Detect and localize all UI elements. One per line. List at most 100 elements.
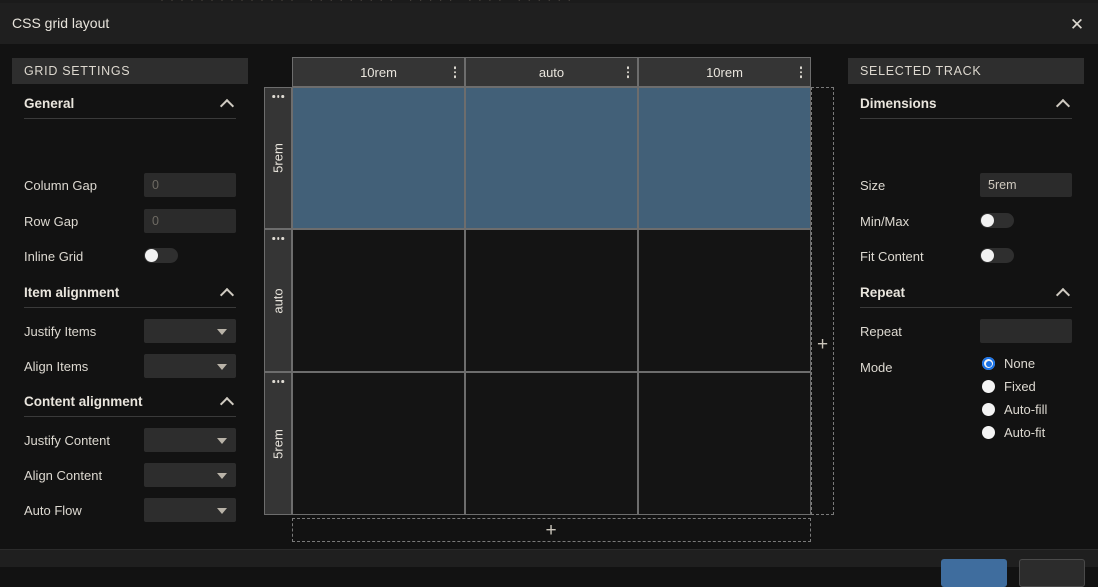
chevron-down-icon [217, 364, 227, 370]
more-vertical-icon[interactable] [454, 66, 457, 78]
align-items-label: Align Items [24, 359, 88, 374]
section-divider [860, 307, 1072, 308]
grid-cell-r0c0[interactable] [292, 87, 465, 229]
selected-track-header: SELECTED TRACK [848, 58, 1084, 84]
chevron-up-icon [220, 287, 236, 297]
section-divider [24, 118, 236, 119]
more-horizontal-icon[interactable] [272, 380, 284, 383]
chevron-up-icon [1056, 287, 1072, 297]
dialog-titlebar: CSS grid layout ✕ [0, 3, 1098, 45]
column-gap-input[interactable] [144, 173, 236, 197]
repeat-input[interactable] [980, 319, 1072, 343]
section-repeat-title: Repeat [860, 285, 905, 300]
mode-option-fixed[interactable]: Fixed [982, 379, 1036, 394]
min-max-label: Min/Max [860, 214, 909, 229]
justify-items-label: Justify Items [24, 324, 96, 339]
section-general-title: General [24, 96, 74, 111]
column-header-label: 10rem [360, 65, 397, 80]
radio-icon [982, 357, 995, 370]
section-divider [860, 118, 1072, 119]
justify-content-select[interactable] [144, 428, 236, 452]
section-dimensions[interactable]: Dimensions [860, 93, 1072, 113]
more-vertical-icon[interactable] [800, 66, 803, 78]
inline-grid-label: Inline Grid [24, 249, 83, 264]
grid-settings-header: GRID SETTINGS [12, 58, 248, 84]
section-general[interactable]: General [24, 93, 236, 113]
grid-cell-r0c1[interactable] [465, 87, 638, 229]
row-header-2[interactable]: 5rem [264, 372, 292, 515]
row-header-0[interactable]: 5rem [264, 87, 292, 229]
mode-option-auto-fill[interactable]: Auto-fill [982, 402, 1047, 417]
align-items-select[interactable] [144, 354, 236, 378]
grid-cell-r1c2[interactable] [638, 229, 811, 372]
column-header-1[interactable]: auto [465, 57, 638, 87]
auto-flow-label: Auto Flow [24, 503, 82, 518]
column-header-2[interactable]: 10rem [638, 57, 811, 87]
row-gap-label: Row Gap [24, 214, 78, 229]
column-header-label: 10rem [706, 65, 743, 80]
align-content-label: Align Content [24, 468, 102, 483]
mode-option-label: Auto-fill [1004, 402, 1047, 417]
toggle-knob [981, 249, 994, 262]
dialog-body: GRID SETTINGS General Column Gap Row Gap… [0, 44, 1098, 549]
grid-cell-r0c2[interactable] [638, 87, 811, 229]
fit-content-label: Fit Content [860, 249, 924, 264]
column-header-0[interactable]: 10rem [292, 57, 465, 87]
column-gap-label: Column Gap [24, 178, 97, 193]
justify-items-select[interactable] [144, 319, 236, 343]
secondary-action-button[interactable] [1019, 559, 1085, 587]
row-header-1[interactable]: auto [264, 229, 292, 372]
radio-icon [982, 403, 995, 416]
section-content-alignment-title: Content alignment [24, 394, 143, 409]
grid-cell-r2c0[interactable] [292, 372, 465, 515]
mode-label: Mode [860, 360, 893, 375]
grid-cell-r1c1[interactable] [465, 229, 638, 372]
toggle-knob [145, 249, 158, 262]
toggle-knob [981, 214, 994, 227]
align-content-select[interactable] [144, 463, 236, 487]
chevron-down-icon [217, 329, 227, 335]
section-content-alignment[interactable]: Content alignment [24, 391, 236, 411]
grid-cell-r1c0[interactable] [292, 229, 465, 372]
more-horizontal-icon[interactable] [272, 237, 284, 240]
mode-option-label: Auto-fit [1004, 425, 1045, 440]
chevron-up-icon [1056, 98, 1072, 108]
min-max-toggle[interactable] [980, 213, 1014, 228]
grid-cell-r2c2[interactable] [638, 372, 811, 515]
primary-action-button[interactable] [941, 559, 1007, 587]
section-dimensions-title: Dimensions [860, 96, 937, 111]
row-gap-input[interactable] [144, 209, 236, 233]
section-divider [24, 307, 236, 308]
close-icon[interactable]: ✕ [1064, 11, 1090, 37]
size-input[interactable] [980, 173, 1072, 197]
auto-flow-select[interactable] [144, 498, 236, 522]
size-label: Size [860, 178, 885, 193]
more-horizontal-icon[interactable] [272, 95, 284, 98]
repeat-label: Repeat [860, 324, 902, 339]
mode-option-none[interactable]: None [982, 356, 1035, 371]
add-column-dropzone [811, 87, 834, 515]
section-repeat[interactable]: Repeat [860, 282, 1072, 302]
section-item-alignment[interactable]: Item alignment [24, 282, 236, 302]
add-column-button[interactable]: + [811, 332, 834, 356]
mode-option-auto-fit[interactable]: Auto-fit [982, 425, 1045, 440]
chevron-up-icon [220, 98, 236, 108]
radio-icon [982, 380, 995, 393]
chevron-down-icon [217, 438, 227, 444]
row-header-label: auto [271, 288, 286, 313]
section-divider [24, 416, 236, 417]
column-header-label: auto [539, 65, 564, 80]
add-row-button[interactable]: + [527, 518, 575, 542]
mode-option-label: None [1004, 356, 1035, 371]
dialog-title: CSS grid layout [12, 15, 109, 31]
more-vertical-icon[interactable] [627, 66, 630, 78]
fit-content-toggle[interactable] [980, 248, 1014, 263]
mode-option-label: Fixed [1004, 379, 1036, 394]
inline-grid-toggle[interactable] [144, 248, 178, 263]
justify-content-label: Justify Content [24, 433, 110, 448]
chevron-down-icon [217, 473, 227, 479]
grid-cell-r2c1[interactable] [465, 372, 638, 515]
radio-icon [982, 426, 995, 439]
chevron-down-icon [217, 508, 227, 514]
section-item-alignment-title: Item alignment [24, 285, 119, 300]
